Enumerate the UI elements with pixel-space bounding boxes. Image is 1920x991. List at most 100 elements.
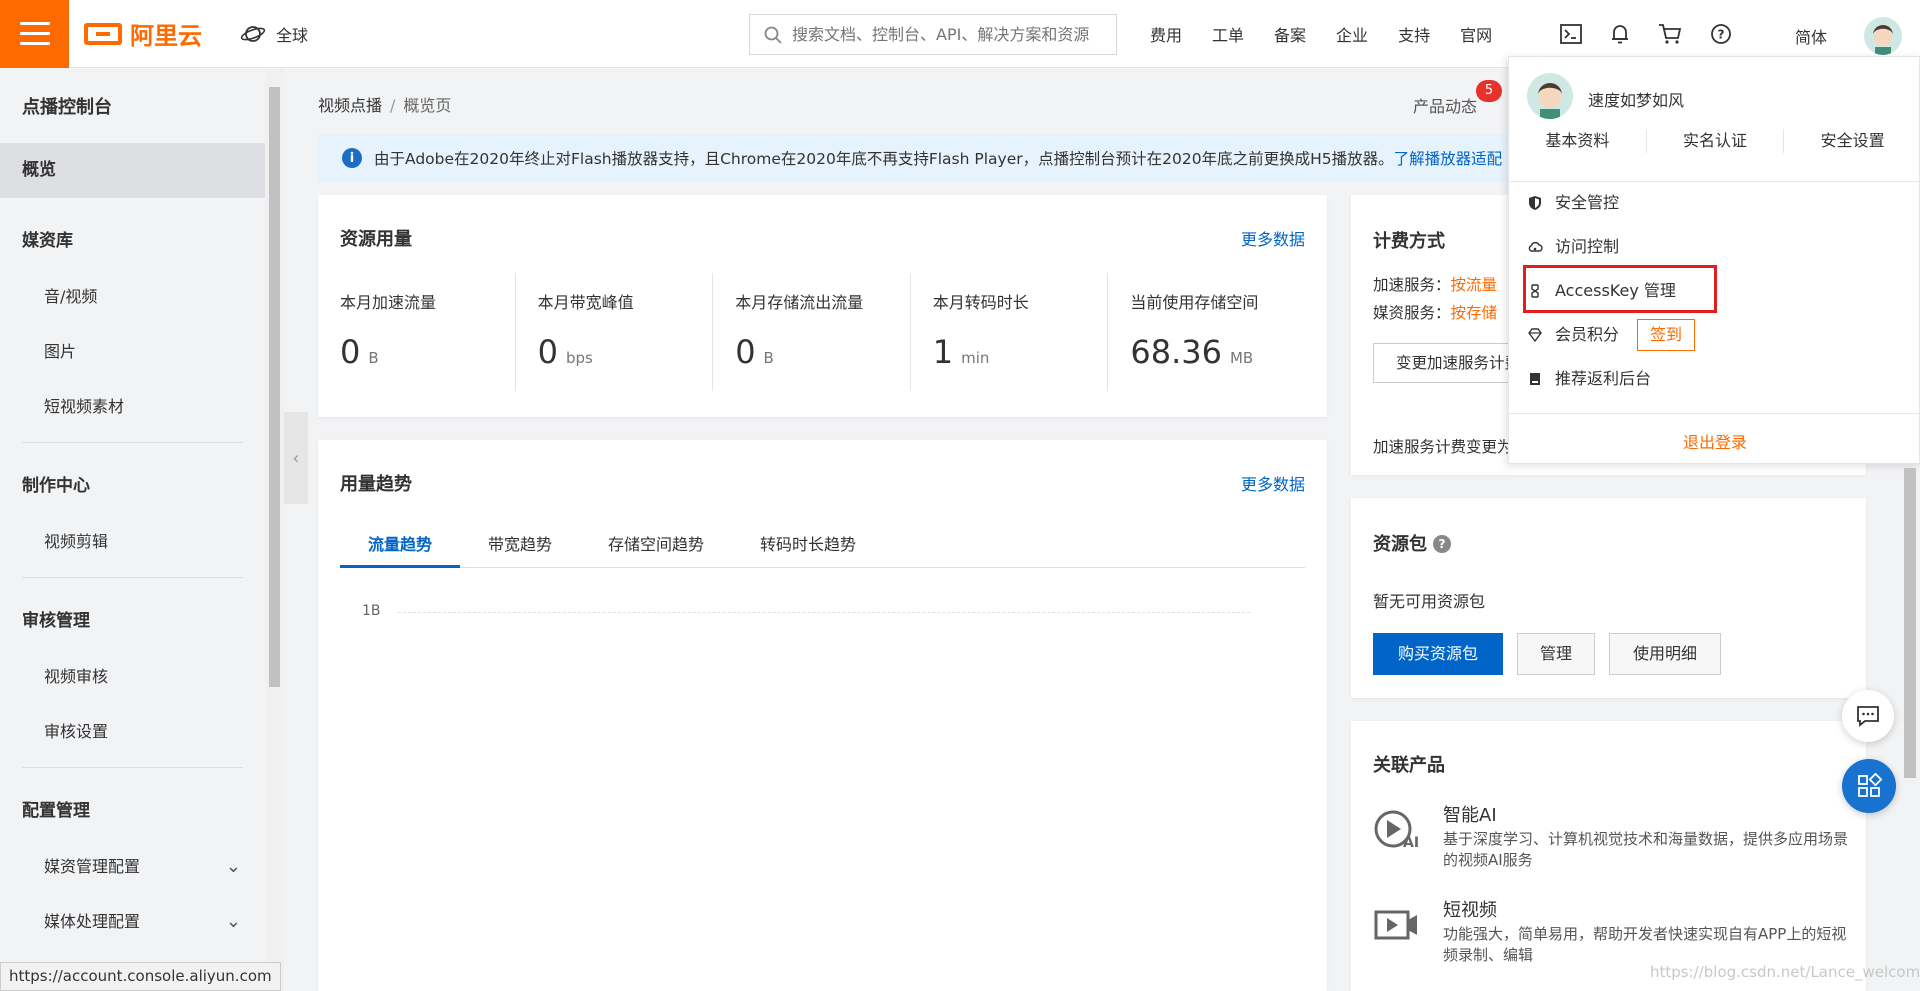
region-label: 全球: [276, 25, 309, 45]
tab-storage-trend[interactable]: 存储空间趋势: [580, 522, 732, 567]
sidebar-item-media-config[interactable]: 媒资管理配置 ⌄: [0, 839, 265, 894]
search-input[interactable]: [792, 25, 1102, 44]
sidebar-item-images[interactable]: 图片: [0, 324, 265, 379]
breadcrumb-separator: /: [390, 96, 396, 115]
billing-value[interactable]: 按存储: [1451, 304, 1498, 322]
more-data-link[interactable]: 更多数据: [1241, 226, 1305, 250]
buy-package-button[interactable]: 购买资源包: [1373, 633, 1503, 675]
metric-value: 0B: [735, 333, 910, 371]
help-circle-icon[interactable]: ?: [1710, 23, 1732, 45]
sidebar-item-video-edit[interactable]: 视频剪辑: [0, 514, 265, 569]
metric-unit: bps: [565, 349, 593, 367]
metric-unit: B: [368, 349, 379, 367]
divider: [1509, 413, 1920, 414]
bell-icon[interactable]: [1610, 23, 1630, 45]
chat-icon: [1857, 706, 1879, 727]
user-dropdown-menu: 速度如梦如风 基本资料 实名认证 安全设置 安全管控 访问控制 AccessKe…: [1508, 56, 1920, 464]
language-switch[interactable]: 简体: [1795, 24, 1827, 48]
logo-text: 阿里云: [130, 22, 202, 50]
metric-unit: MB: [1229, 349, 1254, 367]
empty-package-text: 暂无可用资源包: [1373, 592, 1486, 611]
billing-row-acceleration: 加速服务：按流量: [1373, 273, 1497, 295]
sidebar-item-processing-config[interactable]: 媒体处理配置 ⌄: [0, 894, 265, 949]
aliyun-logo[interactable]: 阿里云: [84, 16, 202, 51]
menu-item-label: 推荐返利后台: [1555, 369, 1652, 388]
divider: [22, 442, 243, 443]
menu-item-access-control[interactable]: 访问控制: [1527, 229, 1619, 265]
product-news-link[interactable]: 产品动态: [1413, 93, 1477, 117]
basic-profile-link[interactable]: 基本资料: [1509, 129, 1647, 153]
security-settings-link[interactable]: 安全设置: [1784, 129, 1920, 153]
metric-storage-outflow: 本月存储流出流量 0B: [713, 273, 911, 391]
divider: [22, 767, 243, 768]
manage-button[interactable]: 管理: [1517, 633, 1595, 675]
related-products-card: 关联产品 AI 智能AI 基于深度学习、计算机视觉技术和海量数据，提供多应用场景…: [1351, 721, 1866, 991]
top-nav: 费用 工单 备案 企业 支持 官网: [1150, 0, 1522, 68]
sidebar-item-audio-video[interactable]: 音/视频: [0, 269, 265, 324]
sidebar: 点播控制台 概览 媒资库 音/视频 图片 短视频素材 制作中心 视频剪辑 审核管…: [0, 69, 265, 991]
main-scrollbar[interactable]: [1900, 468, 1920, 991]
sidebar-section-review: 审核管理: [22, 611, 90, 631]
card-title: 计费方式: [1373, 231, 1445, 252]
resource-package-card: 资源包? 暂无可用资源包 购买资源包 管理 使用明细: [1351, 498, 1866, 698]
nav-official[interactable]: 官网: [1460, 22, 1492, 46]
billing-label: 加速服务：: [1373, 276, 1451, 294]
sidebar-section-production: 制作中心: [22, 476, 90, 496]
resource-usage-card: 资源用量 更多数据 本月加速流量 0B 本月带宽峰值 0 bps 本月存储流出流量…: [318, 195, 1327, 417]
globe-icon: [240, 25, 266, 42]
logout-button[interactable]: 退出登录: [1509, 429, 1920, 453]
region-selector[interactable]: 全球: [240, 22, 308, 46]
menu-item-member-points[interactable]: 会员积分 签到: [1527, 317, 1696, 353]
sidebar-scrollbar[interactable]: [265, 69, 284, 991]
sidebar-item-video-review[interactable]: 视频审核: [0, 649, 265, 704]
billing-value[interactable]: 按流量: [1451, 276, 1498, 294]
real-name-auth-link[interactable]: 实名认证: [1647, 129, 1785, 153]
sidebar-item-review-settings[interactable]: 审核设置: [0, 704, 265, 759]
usage-details-button[interactable]: 使用明细: [1609, 633, 1721, 675]
menu-icon[interactable]: [0, 0, 69, 68]
sidebar-item-short-video-material[interactable]: 短视频素材: [0, 379, 265, 434]
collapse-sidebar-button[interactable]: ‹: [284, 412, 308, 504]
cart-icon[interactable]: [1658, 23, 1682, 45]
tab-transcode-trend[interactable]: 转码时长趋势: [732, 522, 884, 567]
help-icon[interactable]: ?: [1433, 535, 1451, 553]
watermark: https://blog.csdn.net/Lance_welcome: [1650, 963, 1920, 981]
logo-mark-icon: [84, 22, 122, 45]
sign-in-button[interactable]: 签到: [1637, 319, 1696, 351]
avatar[interactable]: [1864, 17, 1902, 55]
usage-trend-card: 用量趋势 更多数据 流量趋势 带宽趋势 存储空间趋势 转码时长趋势 1B: [318, 440, 1327, 991]
sidebar-title: 点播控制台: [22, 97, 112, 118]
more-data-link[interactable]: 更多数据: [1241, 471, 1305, 495]
tab-bandwidth-trend[interactable]: 带宽趋势: [460, 522, 580, 567]
sidebar-section-config: 配置管理: [22, 801, 90, 821]
svg-text:?: ?: [1718, 28, 1725, 42]
nav-icp[interactable]: 备案: [1274, 22, 1306, 46]
scrollbar-thumb[interactable]: [1904, 468, 1916, 778]
tab-traffic-trend[interactable]: 流量趋势: [340, 522, 461, 568]
terminal-icon[interactable]: [1560, 24, 1582, 44]
sidebar-section-media: 媒资库: [22, 231, 73, 251]
breadcrumb-root[interactable]: 视频点播: [318, 96, 382, 115]
quick-apps-button[interactable]: [1842, 759, 1896, 813]
menu-item-security-control[interactable]: 安全管控: [1527, 185, 1619, 221]
sidebar-item-overview[interactable]: 概览: [0, 143, 265, 198]
short-video-icon: [1374, 910, 1417, 940]
divider: [22, 577, 243, 578]
grid-line: [398, 612, 1250, 613]
nav-ticket[interactable]: 工单: [1212, 22, 1244, 46]
metric-label: 本月转码时长: [932, 293, 1029, 312]
sidebar-item-label: 媒资管理配置: [44, 857, 141, 876]
scrollbar-thumb[interactable]: [269, 87, 280, 687]
related-item-ai[interactable]: AI 智能AI 基于深度学习、计算机视觉技术和海量数据，提供多应用场景的视频AI…: [1373, 801, 1848, 881]
feedback-chat-button[interactable]: [1842, 690, 1894, 742]
card-title: 资源包?: [1373, 530, 1451, 556]
notice-link[interactable]: 了解播放器适配: [1394, 147, 1503, 169]
nav-fee[interactable]: 费用: [1150, 22, 1182, 46]
metric-label: 当前使用存储空间: [1130, 293, 1259, 312]
nav-enterprise[interactable]: 企业: [1336, 22, 1368, 46]
menu-item-referral[interactable]: 推荐返利后台: [1527, 361, 1651, 397]
nav-support[interactable]: 支持: [1398, 22, 1430, 46]
chevron-down-icon: ⌄: [225, 911, 241, 932]
card-title: 资源用量: [340, 229, 412, 250]
global-search[interactable]: [749, 14, 1117, 55]
